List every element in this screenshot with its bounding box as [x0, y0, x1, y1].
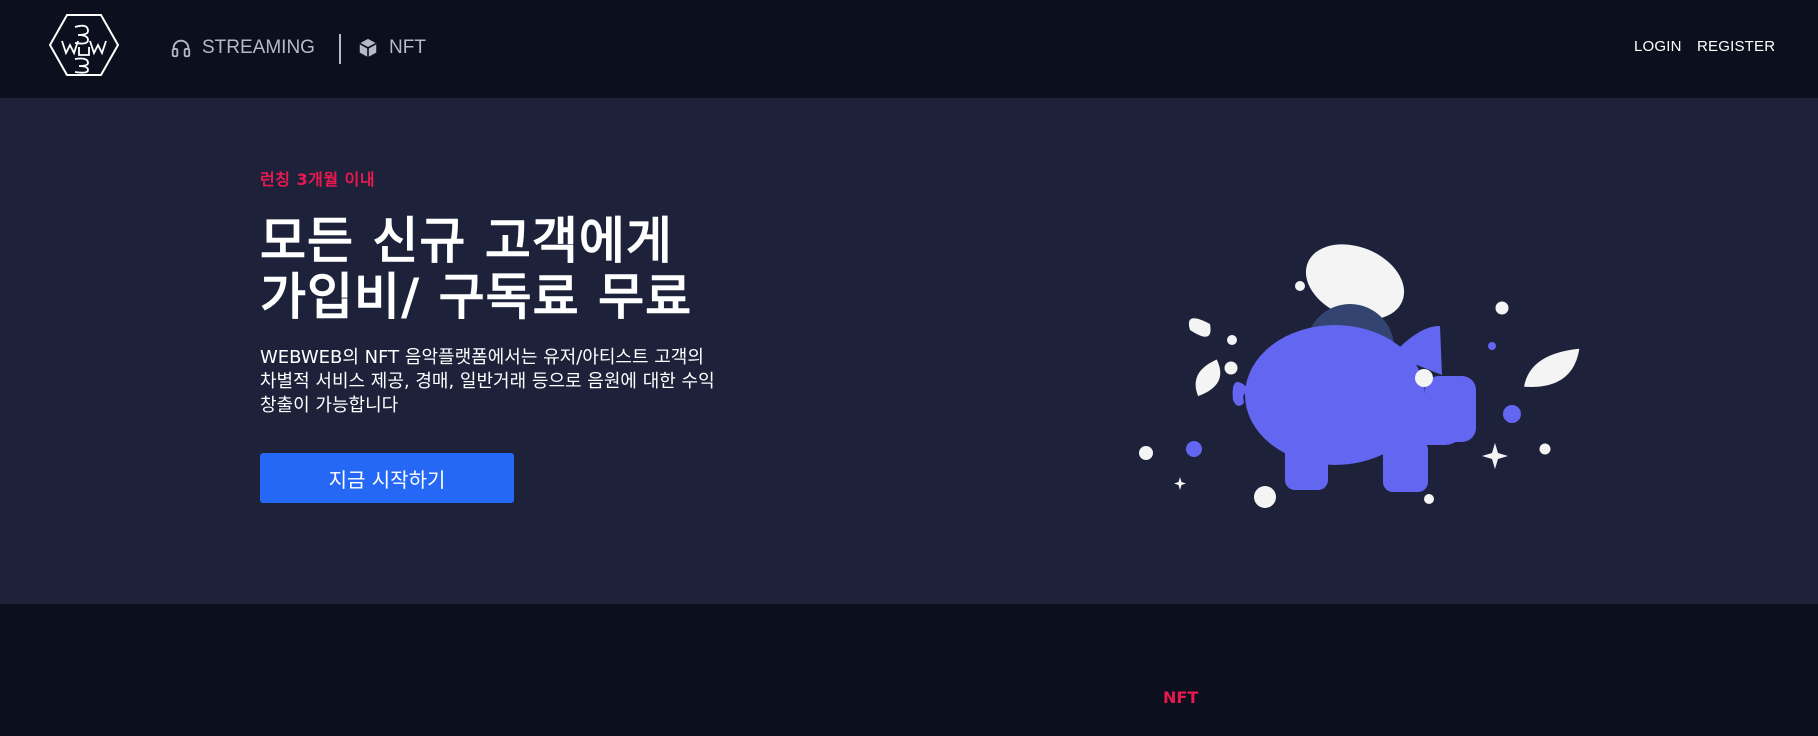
hero-eyebrow: 런칭 3개월 이내 [260, 170, 376, 189]
nav-streaming-label: STREAMING [202, 37, 315, 58]
piggy-bank-illustration [1130, 225, 1590, 525]
nav-nft-label: NFT [389, 37, 426, 58]
headphones-icon [170, 37, 192, 59]
register-link[interactable]: REGISTER [1697, 38, 1775, 55]
nav-nft[interactable]: NFT [357, 35, 426, 61]
start-now-button[interactable]: 지금 시작하기 [260, 453, 514, 503]
cube-icon [357, 37, 379, 59]
hero-headline-line2: 가입비/ 구독료 무료 [260, 268, 693, 326]
webweb-logo-icon[interactable] [48, 13, 120, 77]
hero-headline: 모든 신규 고객에게 가입비/ 구독료 무료 [260, 213, 780, 325]
nav-streaming[interactable]: STREAMING [170, 35, 315, 61]
login-link[interactable]: LOGIN [1634, 38, 1682, 55]
hero-section: 런칭 3개월 이내 모든 신규 고객에게 가입비/ 구독료 무료 WEBWEB의… [0, 98, 1818, 604]
hero-description: WEBWEB의 NFT 음악플랫폼에서는 유저/아티스트 고객의 차별적 서비스… [260, 347, 715, 416]
nav-divider [339, 34, 341, 64]
top-navbar: STREAMING NFT LOGIN REGISTER [0, 0, 1818, 98]
hero-headline-line1: 모든 신규 고객에게 [260, 212, 673, 270]
nft-section: NFT [0, 604, 1818, 736]
nft-section-eyebrow: NFT [1163, 688, 1199, 707]
